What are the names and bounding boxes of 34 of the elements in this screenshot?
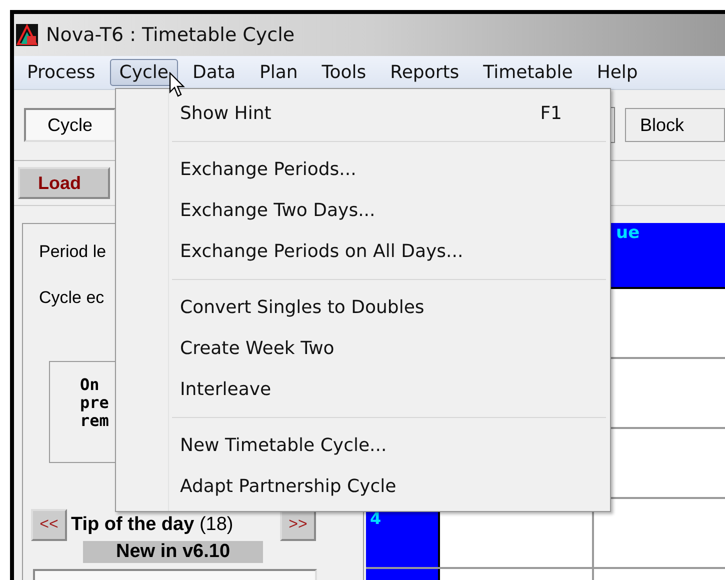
notice-text: rem xyxy=(80,412,109,430)
menu-entry[interactable]: Create Week Two xyxy=(116,328,610,369)
menu-item[interactable]: Process xyxy=(18,59,104,86)
field-label: Cycle ec xyxy=(39,288,104,308)
next-tip-button[interactable]: >> xyxy=(280,509,316,541)
cycle-field[interactable]: Cycle xyxy=(24,108,116,142)
menu-item[interactable]: Reports xyxy=(381,59,468,86)
app-logo-icon xyxy=(16,24,38,46)
notice-text: On xyxy=(80,376,100,394)
window-title: Nova-T6 : Timetable Cycle xyxy=(46,24,295,46)
menu-item[interactable]: Plan xyxy=(250,59,307,86)
tip-title: Tip of the day (18) xyxy=(71,514,234,536)
menu-item[interactable]: Data xyxy=(184,59,244,86)
menu-item[interactable]: Timetable xyxy=(474,59,582,86)
period-number: 4 xyxy=(370,509,382,528)
menu-entry[interactable]: New Timetable Cycle... xyxy=(116,425,610,466)
load-button[interactable]: Load xyxy=(18,167,110,199)
menu-entry[interactable]: Exchange Periods on All Days... xyxy=(116,231,610,272)
field-label: Period le xyxy=(39,242,106,262)
menu-entry[interactable]: Show Hint F1 xyxy=(116,93,610,134)
menu-item[interactable]: Tools xyxy=(312,59,376,86)
menu-entry[interactable]: Exchange Two Days... xyxy=(116,190,610,231)
menu-item[interactable]: Help xyxy=(588,59,647,86)
notice-text: pre xyxy=(80,394,109,412)
previous-tip-button[interactable]: << xyxy=(31,509,67,541)
menu-item[interactable]: Cycle xyxy=(110,59,178,86)
day-header: ue xyxy=(616,223,640,243)
mouse-pointer-icon xyxy=(169,72,185,98)
menu-entry[interactable]: Exchange Periods... xyxy=(116,149,610,190)
menu-entry[interactable]: Adapt Partnership Cycle xyxy=(116,466,610,507)
tip-subtitle: New in v6.10 xyxy=(83,541,263,563)
block-button[interactable]: Block xyxy=(625,108,725,142)
menu-entry[interactable]: Interleave xyxy=(116,369,610,410)
menu-entry[interactable]: Convert Singles to Doubles xyxy=(116,287,610,328)
